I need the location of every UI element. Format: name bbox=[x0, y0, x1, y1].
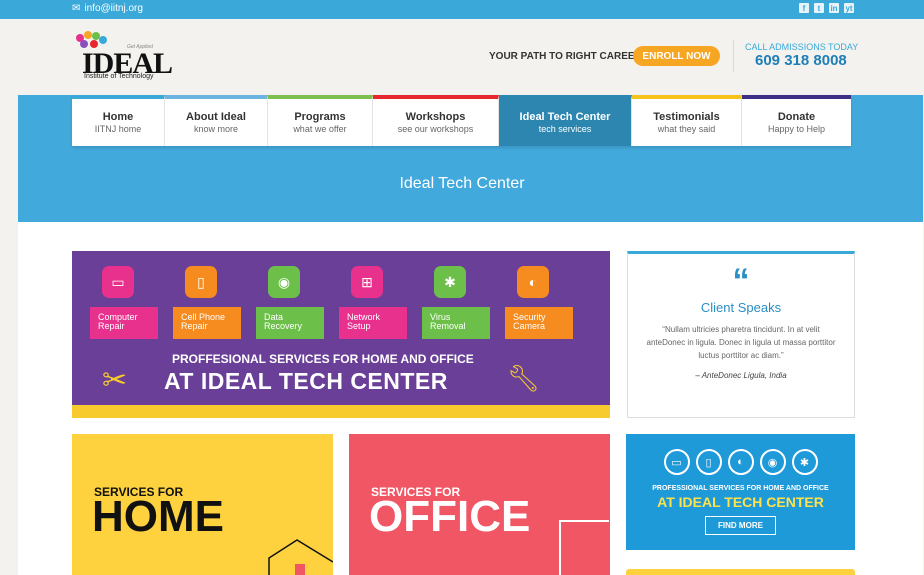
banner-footer-strip bbox=[72, 405, 610, 418]
facebook-icon[interactable]: f bbox=[799, 3, 809, 13]
nav-sublabel: know more bbox=[193, 124, 238, 134]
nav-label: Programs bbox=[294, 111, 346, 123]
bug-icon: ✱ bbox=[791, 449, 818, 475]
nav-label: Ideal Tech Center bbox=[519, 111, 611, 123]
service-network-setup: ⊞ Network Setup bbox=[339, 266, 407, 346]
quote-icon: “ bbox=[732, 262, 750, 300]
tech-center-promo: ▭ ▯ ◐ ◉ ✱ PROFESSIONAL SERVICES FOR HOME… bbox=[626, 434, 855, 550]
phone-icon: ▯ bbox=[695, 449, 722, 475]
testimonial-author: – AnteDonec Ligula, India bbox=[695, 371, 787, 380]
logo-slogan: Get Applied bbox=[127, 44, 153, 50]
enroll-button[interactable]: ENROLL NOW bbox=[633, 46, 720, 66]
service-label: Virus Removal bbox=[422, 307, 490, 339]
building-icon bbox=[559, 520, 609, 575]
office-card-title: OFFICE bbox=[369, 492, 531, 541]
service-label: Computer Repair bbox=[90, 307, 158, 339]
service-label: Cell Phone Repair bbox=[173, 307, 241, 339]
monitor-icon: ▭ bbox=[663, 449, 690, 475]
testimonial-text: “Nullam ultricies pharetra tincidunt. In… bbox=[646, 325, 836, 360]
main-nav: Home IITNJ home About Ideal know more Pr… bbox=[72, 95, 851, 146]
service-virus-removal: ✱ Virus Removal bbox=[422, 266, 490, 346]
email-link[interactable]: ✉ info@iitnj.org bbox=[72, 3, 143, 14]
nav-item-workshops[interactable]: Workshops see our workshops bbox=[373, 95, 499, 146]
nav-sublabel: what we offer bbox=[293, 124, 347, 134]
nav-sublabel: Happy to Help bbox=[767, 124, 826, 134]
phone-icon: ▯ bbox=[185, 266, 217, 298]
client-testimonial-card: “ Client Speaks “Nullam ultricies pharet… bbox=[627, 251, 855, 418]
service-computer-repair: ▭ Computer Repair bbox=[90, 266, 158, 346]
banner-title: AT IDEAL TECH CENTER bbox=[164, 368, 448, 394]
site-logo[interactable]: IDEAL Get Applied Institute of Technolog… bbox=[72, 30, 173, 82]
youtube-icon[interactable]: yt bbox=[844, 3, 854, 13]
camera-icon: ◐ bbox=[727, 449, 754, 475]
service-label: Data Recovery bbox=[256, 307, 324, 339]
nav-label: Testimonials bbox=[653, 111, 720, 123]
services-office-card[interactable]: SERVICES FOR OFFICE bbox=[349, 434, 610, 575]
services-home-card[interactable]: SERVICES FOR HOME bbox=[72, 434, 333, 575]
linkedin-icon[interactable]: in bbox=[829, 3, 839, 13]
nav-sublabel: IITNJ home bbox=[94, 124, 142, 134]
database-icon: ◉ bbox=[759, 449, 786, 475]
network-icon: ⊞ bbox=[351, 266, 383, 298]
nav-sublabel: tech services bbox=[538, 124, 592, 134]
nav-label: Home bbox=[102, 111, 134, 123]
phone-number[interactable]: 609 318 8008 bbox=[755, 52, 847, 69]
nav-item-about[interactable]: About Ideal know more bbox=[165, 95, 268, 146]
service-label: Security Camera bbox=[505, 307, 573, 339]
find-more-button[interactable]: FIND MORE bbox=[705, 516, 776, 535]
nav-sublabel: see our workshops bbox=[397, 124, 474, 134]
envelope-icon: ✉ bbox=[72, 3, 81, 14]
nav-item-testimonials[interactable]: Testimonials what they said bbox=[632, 95, 742, 146]
career-tagline: YOUR PATH TO RIGHT CAREER bbox=[489, 51, 642, 62]
database-icon: ◉ bbox=[268, 266, 300, 298]
promo-icons: ▭ ▯ ◐ ◉ ✱ bbox=[626, 449, 855, 475]
page-title: Ideal Tech Center bbox=[399, 175, 525, 192]
call-label: CALL ADMISSIONS TODAY bbox=[745, 42, 859, 52]
nav-label: Donate bbox=[777, 111, 816, 123]
monitor-icon: ▭ bbox=[102, 266, 134, 298]
social-links: f t in yt bbox=[799, 3, 854, 13]
top-bar: ✉ info@iitnj.org f t in yt bbox=[0, 0, 924, 19]
tech-center-banner: ▭ Computer Repair ▯ Cell Phone Repair ◉ … bbox=[72, 251, 610, 418]
camera-icon: ◐ bbox=[517, 266, 549, 298]
bug-icon: ✱ bbox=[434, 266, 466, 298]
nav-sublabel: what they said bbox=[657, 124, 716, 134]
promo-subtitle: PROFESSIONAL SERVICES FOR HOME AND OFFIC… bbox=[652, 485, 829, 492]
nav-label: Workshops bbox=[405, 111, 466, 123]
nav-item-donate[interactable]: Donate Happy to Help bbox=[742, 95, 851, 146]
service-data-recovery: ◉ Data Recovery bbox=[256, 266, 324, 346]
next-promo-card bbox=[626, 569, 855, 575]
service-security-camera: ◐ Security Camera bbox=[505, 266, 573, 346]
home-card-title: HOME bbox=[92, 492, 224, 541]
wrench-icon: 🔧︎ bbox=[507, 363, 541, 393]
email-text: info@iitnj.org bbox=[84, 3, 143, 14]
logo-tagline: Institute of Technology bbox=[84, 73, 154, 80]
nav-item-programs[interactable]: Programs what we offer bbox=[268, 95, 373, 146]
nav-item-tech-center[interactable]: Ideal Tech Center tech services bbox=[499, 95, 632, 146]
house-icon bbox=[268, 539, 333, 575]
header-divider bbox=[733, 40, 734, 72]
nav-label: About Ideal bbox=[186, 111, 246, 123]
banner-subtitle: PROFFESIONAL SERVICES FOR HOME AND OFFIC… bbox=[172, 352, 474, 366]
promo-title: AT IDEAL TECH CENTER bbox=[657, 494, 824, 510]
twitter-icon[interactable]: t bbox=[814, 3, 824, 13]
pliers-icon: ✂ bbox=[102, 364, 128, 397]
nav-item-home[interactable]: Home IITNJ home bbox=[72, 95, 165, 146]
service-cell-phone-repair: ▯ Cell Phone Repair bbox=[173, 266, 241, 346]
testimonial-heading: Client Speaks bbox=[700, 300, 782, 315]
service-label: Network Setup bbox=[339, 307, 407, 339]
